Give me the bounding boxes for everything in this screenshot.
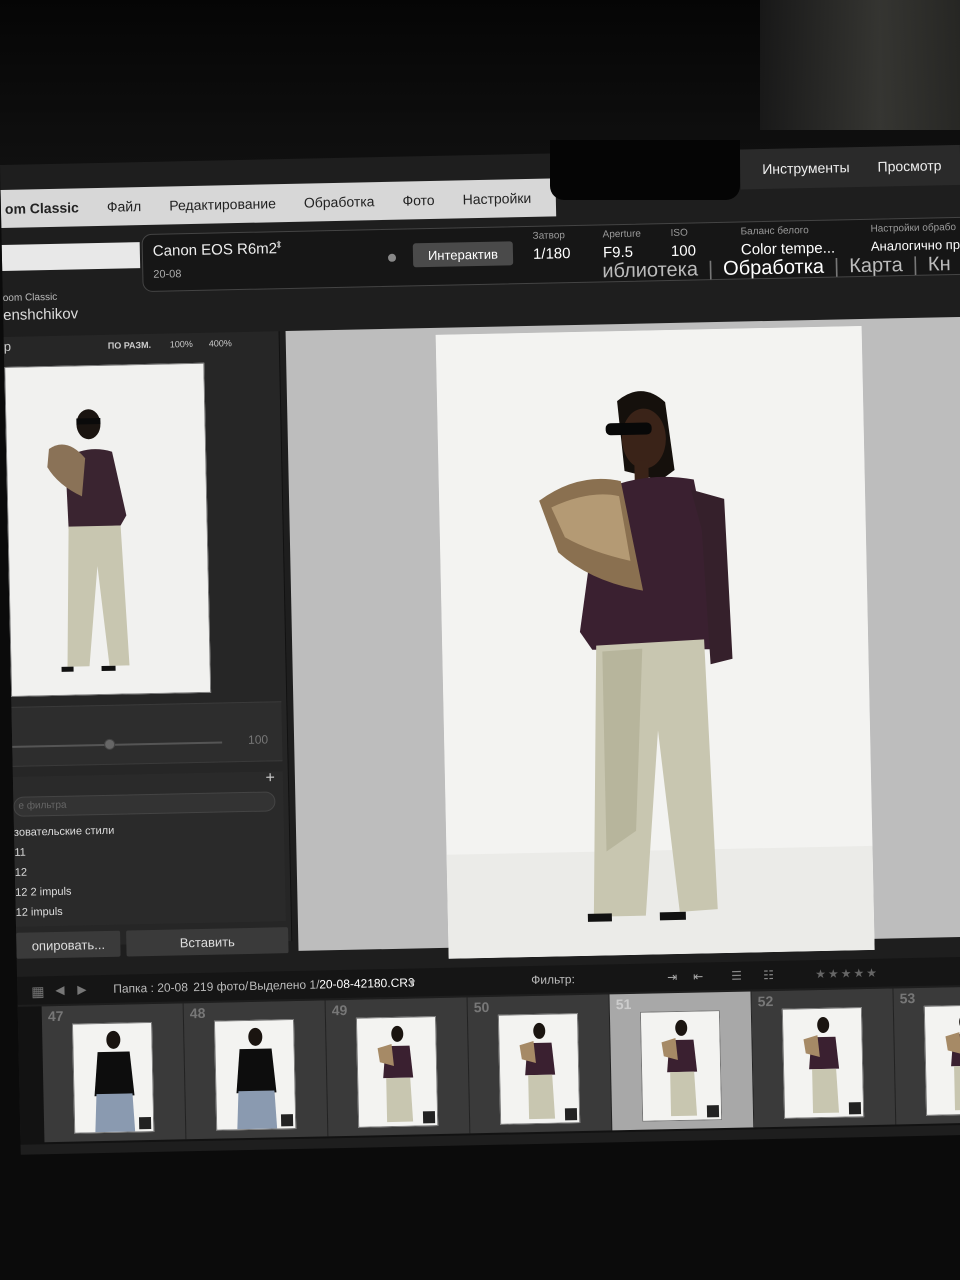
module-map[interactable]: Карта: [849, 254, 903, 277]
session-name: 20-08: [153, 268, 182, 281]
menu-settings[interactable]: Настройки: [462, 190, 531, 207]
thumbnail[interactable]: [923, 1004, 960, 1116]
filmstrip-cell[interactable]: 47: [41, 1003, 187, 1143]
navigator-title: р: [3, 338, 12, 354]
module-library[interactable]: иблиотека: [602, 258, 698, 282]
menu-view[interactable]: Просмотр: [877, 157, 941, 174]
filename-dropdown-icon[interactable]: ▾: [409, 975, 415, 989]
background-room: [760, 0, 960, 130]
develop-badge-icon: [280, 1114, 294, 1127]
main-image-view[interactable]: [285, 316, 960, 959]
live-view-button[interactable]: Интерактив: [412, 241, 514, 268]
identity-plate: enshchikov: [2, 305, 79, 324]
flag-filter-icon[interactable]: ⇥: [667, 970, 677, 984]
filmstrip-cell[interactable]: 53: [893, 985, 960, 1125]
filmstrip-cell[interactable]: 48: [183, 1000, 329, 1140]
filter-label: Фильтр:: [531, 972, 575, 988]
compare-icon[interactable]: ☰: [731, 969, 742, 983]
preset-item[interactable]: 12 impuls: [16, 906, 63, 919]
search-strip: [1, 242, 141, 271]
preset-search-input[interactable]: е фильтра: [13, 791, 276, 817]
catalog-subtitle: oom Classic: [2, 291, 58, 304]
develop-badge-icon: [706, 1105, 720, 1118]
amount-slider: 100: [11, 701, 283, 767]
thumbnail[interactable]: [497, 1013, 581, 1125]
thumbnail[interactable]: [71, 1022, 155, 1134]
screen-notch: [550, 140, 740, 200]
navigator-preview[interactable]: [4, 362, 212, 697]
iso-control[interactable]: ISO 100: [670, 227, 696, 260]
photo-count: 219 фото/: [193, 978, 249, 995]
toolbar-right: Инструменты Просмотр: [739, 144, 960, 190]
capture-status-dot: [387, 253, 397, 262]
zoom-400[interactable]: 400%: [209, 338, 232, 348]
add-preset-icon[interactable]: +: [265, 769, 275, 787]
prev-arrow-icon[interactable]: ◀: [55, 983, 65, 997]
filmstrip: 47 48 49 50 51 52 53: [17, 985, 960, 1145]
reject-filter-icon[interactable]: ⇤: [693, 969, 703, 983]
app-name: om Classic: [4, 199, 80, 217]
menu-photo[interactable]: Фото: [402, 192, 434, 209]
thumbnail[interactable]: [355, 1016, 439, 1128]
copy-paste-buttons: опировать... Вставить: [16, 927, 293, 961]
filmstrip-cell[interactable]: 50: [467, 994, 613, 1134]
grid-view-icon[interactable]: ▦: [31, 983, 45, 1000]
camera-dropdown-icon[interactable]: ⬍: [275, 240, 284, 251]
slider-knob[interactable]: [104, 738, 116, 750]
menu-develop[interactable]: Обработка: [304, 193, 375, 210]
thumbnail[interactable]: [781, 1007, 865, 1119]
preset-item[interactable]: 12: [15, 867, 27, 879]
model-photo-small: [5, 363, 212, 697]
folder-path[interactable]: Папка : 20-08: [113, 980, 188, 996]
rating-filter[interactable]: ★★★★★: [815, 966, 879, 981]
current-filename[interactable]: 20-08-42180.CR3: [319, 975, 415, 991]
white-balance-control[interactable]: Баланс белого Color tempe...: [740, 225, 835, 258]
copy-button[interactable]: опировать...: [16, 930, 121, 959]
paste-button[interactable]: Вставить: [126, 927, 289, 957]
navigator-header: р ПО РАЗМ. 100% 400%: [4, 331, 280, 359]
aperture-control[interactable]: Aperture F9.5: [602, 229, 641, 262]
thumbnail[interactable]: [213, 1019, 297, 1131]
module-develop[interactable]: Обработка: [723, 256, 824, 280]
zoom-100[interactable]: 100%: [170, 339, 193, 349]
shutter-control[interactable]: Затвор 1/180: [532, 230, 570, 263]
tether-capture-bar: Canon EOS R6m2 ⬍ 20-08 Интерактив Затвор…: [141, 216, 960, 293]
menu-edit[interactable]: Редактирование: [169, 195, 276, 213]
menu-tools[interactable]: Инструменты: [762, 159, 850, 177]
develop-badge-icon: [138, 1117, 152, 1130]
filmstrip-cell[interactable]: 52: [751, 988, 897, 1128]
develop-badge-icon: [422, 1111, 436, 1124]
slider-track[interactable]: [12, 741, 223, 748]
menu-bar: om Classic Файл Редактирование Обработка…: [0, 178, 557, 228]
filmstrip-cell-selected[interactable]: 51: [609, 991, 755, 1131]
zoom-fit[interactable]: ПО РАЗМ.: [108, 340, 152, 351]
develop-badge-icon: [848, 1102, 862, 1115]
survey-icon[interactable]: ☷: [763, 968, 774, 982]
camera-name[interactable]: Canon EOS R6m2: [153, 240, 278, 260]
develop-settings-control[interactable]: Настройки обрабо Аналогично пре: [870, 222, 960, 254]
thumb-model-image: [924, 1005, 960, 1116]
selected-count: Выделено 1/: [249, 977, 320, 993]
module-book[interactable]: Кн: [928, 253, 951, 275]
preset-item[interactable]: 11: [14, 847, 26, 859]
lightroom-window: om Classic Файл Редактирование Обработка…: [0, 144, 960, 1155]
menu-file[interactable]: Файл: [107, 198, 142, 215]
model-photo-large: [435, 325, 875, 959]
filmstrip-cell[interactable]: 49: [325, 997, 471, 1137]
preset-item[interactable]: 12 2 impuls: [15, 886, 72, 899]
main-photo[interactable]: [435, 325, 875, 959]
left-panel: р ПО РАЗМ. 100% 400% 100 + е фильтра зов…: [3, 331, 293, 959]
presets-panel: + е фильтра зовательские стили 11 12 12 …: [12, 769, 286, 927]
slider-value: 100: [247, 732, 269, 747]
preset-group[interactable]: зовательские стили: [14, 825, 115, 839]
next-arrow-icon[interactable]: ▶: [77, 982, 87, 996]
develop-badge-icon: [564, 1108, 578, 1121]
thumbnail[interactable]: [639, 1010, 723, 1122]
